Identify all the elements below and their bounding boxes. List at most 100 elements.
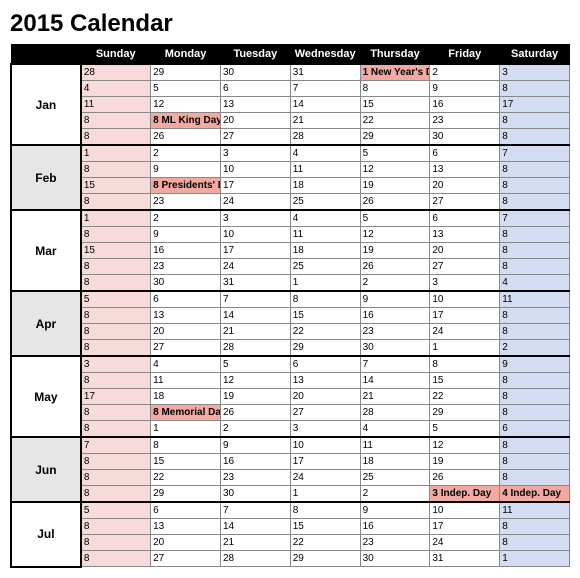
day-cell: 8 <box>360 81 430 97</box>
day-cell: 25 <box>290 259 360 275</box>
day-cell: 9 <box>151 162 221 178</box>
day-cell: 26 <box>360 259 430 275</box>
day-cell: 11 <box>81 97 151 113</box>
day-cell: 6 <box>220 81 290 97</box>
day-cell: 4 <box>360 421 430 438</box>
day-cell: 8 <box>81 324 151 340</box>
dayhead-sunday: Sunday <box>81 45 151 65</box>
day-cell: 8 <box>81 162 151 178</box>
day-cell: 3 <box>290 421 360 438</box>
week-row: 820212223248 <box>11 535 570 551</box>
day-cell: 8 <box>500 113 570 129</box>
page-title: 2015 Calendar <box>10 10 570 38</box>
day-cell: 8 <box>81 113 151 129</box>
week-row: 89101112138 <box>11 162 570 178</box>
day-cell: 8 <box>500 259 570 275</box>
day-cell: 8 <box>500 389 570 405</box>
dayhead-friday: Friday <box>430 45 500 65</box>
day-cell: 12 <box>360 227 430 243</box>
day-cell: 11 <box>500 291 570 308</box>
day-cell: 7 <box>220 502 290 519</box>
day-cell: 31 <box>290 64 360 81</box>
day-cell: 14 <box>220 308 290 324</box>
day-cell: 17 <box>500 97 570 113</box>
day-cell: 23 <box>151 259 221 275</box>
day-cell: 30 <box>220 486 290 503</box>
day-cell: 16 <box>151 243 221 259</box>
day-cell: 30 <box>220 64 290 81</box>
day-cell: 6 <box>500 421 570 438</box>
day-cell: 21 <box>360 389 430 405</box>
day-cell: 16 <box>430 97 500 113</box>
day-cell: 5 <box>81 291 151 308</box>
week-row: 82728293012 <box>11 340 570 357</box>
day-cell: 8 <box>151 437 221 454</box>
day-cell: 17 <box>81 389 151 405</box>
dayhead-saturday: Saturday <box>500 45 570 65</box>
day-cell: 1 <box>500 551 570 567</box>
header-row: Sunday Monday Tuesday Wednesday Thursday… <box>11 45 570 65</box>
day-cell: 23 <box>430 113 500 129</box>
day-cell: 13 <box>151 308 221 324</box>
day-cell: 8 <box>81 340 151 357</box>
day-cell: 8 <box>500 178 570 194</box>
day-cell: 14 <box>290 97 360 113</box>
day-cell: 10 <box>430 502 500 519</box>
day-cell: 4 <box>81 81 151 97</box>
day-cell: 9 <box>151 227 221 243</box>
day-cell: 27 <box>220 129 290 146</box>
day-cell: 15 <box>290 519 360 535</box>
day-cell: 8 <box>81 535 151 551</box>
day-cell: 1 <box>81 145 151 162</box>
week-row: 820212223248 <box>11 324 570 340</box>
day-cell: 27 <box>290 405 360 421</box>
day-cell: 23 <box>360 324 430 340</box>
day-cell: 23 <box>151 194 221 211</box>
day-cell: 26 <box>360 194 430 211</box>
week-row: Jun7891011128 <box>11 437 570 454</box>
day-cell: 8 <box>81 373 151 389</box>
day-cell: 5 <box>360 210 430 227</box>
day-cell: 18 <box>360 454 430 470</box>
day-cell: 21 <box>290 113 360 129</box>
week-row: 827282930311 <box>11 551 570 567</box>
day-cell: 18 <box>151 389 221 405</box>
day-cell: 16 <box>220 454 290 470</box>
day-cell: 8 <box>81 405 151 421</box>
day-cell: 6 <box>151 291 221 308</box>
day-cell: 29 <box>430 405 500 421</box>
day-cell: 8 <box>430 356 500 373</box>
day-cell: 16 <box>360 308 430 324</box>
day-cell: 15 <box>151 454 221 470</box>
day-cell: 27 <box>430 194 500 211</box>
dayhead-tuesday: Tuesday <box>220 45 290 65</box>
day-cell: 9 <box>360 502 430 519</box>
week-row: 813141516178 <box>11 519 570 535</box>
day-cell: 1 <box>81 210 151 227</box>
day-cell: 15 <box>290 308 360 324</box>
day-cell: 2 <box>220 421 290 438</box>
day-cell: 28 <box>290 129 360 146</box>
day-cell: 15 <box>81 243 151 259</box>
week-row: Feb1234567 <box>11 145 570 162</box>
day-cell: 9 <box>360 291 430 308</box>
dayhead-monday: Monday <box>151 45 221 65</box>
day-cell: 10 <box>220 227 290 243</box>
day-cell: 8 <box>500 470 570 486</box>
day-cell: 10 <box>220 162 290 178</box>
day-cell: 3 <box>500 64 570 81</box>
day-cell: 3 <box>220 145 290 162</box>
day-cell: 17 <box>430 519 500 535</box>
day-cell: 29 <box>290 551 360 567</box>
month-label: Jun <box>11 437 81 502</box>
day-cell: 27 <box>151 340 221 357</box>
day-cell: 1 <box>290 486 360 503</box>
day-cell: 22 <box>151 470 221 486</box>
day-cell: 3 Indep. Day <box>430 486 500 503</box>
day-cell: 24 <box>220 259 290 275</box>
day-cell: 7 <box>290 81 360 97</box>
day-cell: 5 <box>430 421 500 438</box>
day-cell: 28 <box>81 64 151 81</box>
day-cell: 27 <box>151 551 221 567</box>
day-cell: 8 <box>81 551 151 567</box>
